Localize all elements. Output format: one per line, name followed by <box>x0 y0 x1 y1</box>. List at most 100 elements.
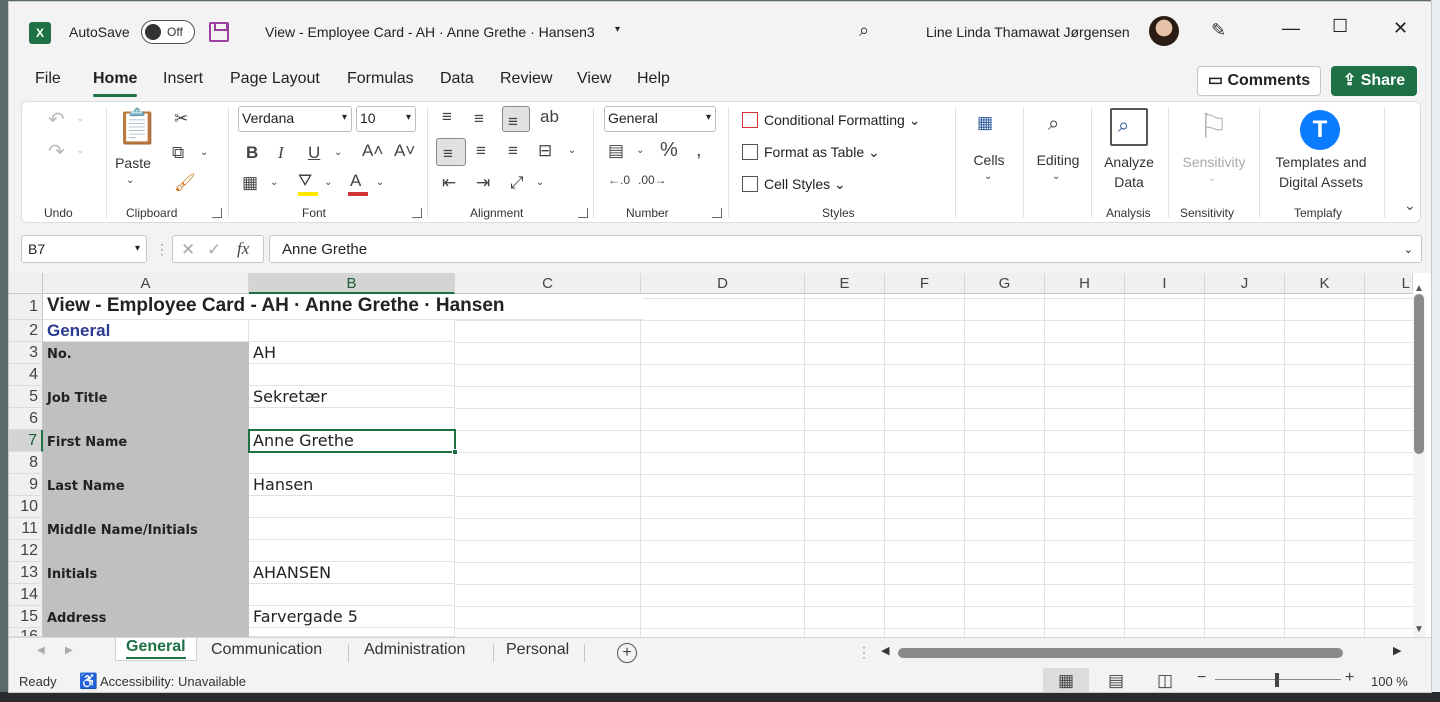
increase-indent-icon[interactable]: ⇥ <box>476 174 490 191</box>
page-layout-view-icon[interactable]: ▤ <box>1108 672 1124 689</box>
chevron-down-icon[interactable]: ⌄ <box>536 178 544 188</box>
normal-view-button[interactable]: ▦ <box>1043 668 1089 692</box>
accessibility-status[interactable]: Accessibility: Unavailable <box>100 674 246 689</box>
accessibility-icon[interactable]: ♿ <box>79 672 98 690</box>
row-header[interactable]: 9 <box>9 474 43 496</box>
wrap-orientation-icon[interactable]: ab <box>540 108 559 125</box>
cell[interactable] <box>249 320 455 342</box>
column-header-b[interactable]: B <box>249 273 455 294</box>
row-header[interactable]: 7 <box>9 430 43 452</box>
column-header-e[interactable]: E <box>805 273 885 294</box>
row-header[interactable]: 5 <box>9 386 43 408</box>
decrease-indent-icon[interactable]: ⇤ <box>442 174 456 191</box>
field-value[interactable] <box>249 518 455 540</box>
templates-label-1[interactable]: Templates and <box>1262 154 1380 170</box>
redo-icon[interactable]: ↷ <box>48 142 65 162</box>
bold-icon[interactable]: B <box>246 144 258 161</box>
column-header-d[interactable]: D <box>641 273 805 294</box>
font-size-select[interactable]: 10 ▾ <box>356 106 416 132</box>
align-left-button[interactable]: ≡ <box>436 138 466 166</box>
field-value[interactable]: Sekretær <box>249 386 455 408</box>
chevron-down-icon[interactable]: ⌄ <box>334 148 342 158</box>
dialog-launcher-icon[interactable] <box>578 208 588 218</box>
dialog-launcher-icon[interactable] <box>712 208 722 218</box>
horizontal-scroll-thumb[interactable] <box>898 648 1343 658</box>
row-header[interactable]: 14 <box>9 584 43 606</box>
accounting-format-icon[interactable]: ▤ <box>608 142 624 159</box>
more-options-icon[interactable]: ⋮ <box>155 242 169 256</box>
close-icon[interactable]: ✕ <box>1393 18 1408 39</box>
tab-view[interactable]: View <box>577 70 611 88</box>
more-options-icon[interactable]: ⋮ <box>857 645 871 659</box>
scroll-up-icon[interactable]: ▲ <box>1414 284 1424 294</box>
autosave-toggle[interactable]: Off <box>141 20 195 44</box>
analyze-data-label-2[interactable]: Data <box>1100 174 1158 190</box>
tab-help[interactable]: Help <box>637 70 670 88</box>
font-name-select[interactable]: Verdana ▾ <box>238 106 352 132</box>
sheet-tab-personal[interactable]: Personal <box>506 641 569 659</box>
row-header[interactable]: 1 <box>9 294 43 320</box>
column-header-c[interactable]: C <box>455 273 641 294</box>
select-all-corner[interactable] <box>9 273 43 294</box>
merge-center-icon[interactable]: ⊟ <box>538 142 552 159</box>
chevron-down-icon[interactable]: ⌄ <box>1208 174 1216 184</box>
increase-decimal-icon[interactable]: ←.0 <box>608 174 630 186</box>
row-header[interactable]: 3 <box>9 342 43 364</box>
avatar[interactable] <box>1149 16 1179 46</box>
row-header[interactable]: 6 <box>9 408 43 430</box>
borders-icon[interactable]: ▦ <box>242 174 258 191</box>
align-right-icon[interactable]: ≡ <box>508 142 518 159</box>
minimize-icon[interactable]: — <box>1282 18 1300 39</box>
field-label[interactable]: Middle Name/Initials <box>43 518 249 540</box>
tab-review[interactable]: Review <box>500 70 552 88</box>
tab-home[interactable]: Home <box>93 70 138 97</box>
editing-label[interactable]: Editing <box>1030 152 1086 168</box>
save-icon[interactable] <box>209 22 229 42</box>
cells-icon[interactable]: ▦ <box>977 114 993 131</box>
section-heading[interactable]: General <box>43 320 249 342</box>
zoom-level[interactable]: 100 % <box>1371 674 1408 689</box>
cell[interactable] <box>249 496 455 518</box>
pen-icon[interactable]: ✎ <box>1211 20 1226 41</box>
copy-icon[interactable]: ⧉ <box>172 144 184 161</box>
align-top-icon[interactable]: ≡ <box>442 108 452 125</box>
chevron-down-icon[interactable]: ⌄ <box>76 114 84 124</box>
fill-color-icon[interactable]: ⛛ <box>298 172 312 189</box>
insert-function-icon[interactable]: fx <box>237 240 249 257</box>
row-header[interactable]: 10 <box>9 496 43 518</box>
percent-icon[interactable]: % <box>660 140 678 160</box>
next-sheet-icon[interactable]: ▶ <box>65 646 73 656</box>
column-header-i[interactable]: I <box>1125 273 1205 294</box>
chevron-down-icon[interactable]: ⌄ <box>270 178 278 188</box>
italic-icon[interactable]: I <box>278 144 284 161</box>
field-label[interactable]: Initials <box>43 562 249 584</box>
font-color-icon[interactable]: A <box>350 172 361 189</box>
number-format-select[interactable]: General ▾ <box>604 106 716 132</box>
row-header[interactable]: 13 <box>9 562 43 584</box>
dialog-launcher-icon[interactable] <box>412 208 422 218</box>
chevron-down-icon[interactable]: ⌄ <box>200 148 208 158</box>
chevron-down-icon[interactable]: ▾ <box>615 24 620 35</box>
conditional-formatting-button[interactable]: Conditional Formatting ⌄ <box>742 112 920 129</box>
chevron-down-icon[interactable]: ⌄ <box>376 178 384 188</box>
field-value[interactable]: Hansen <box>249 474 455 496</box>
comma-style-icon[interactable]: , <box>696 140 702 160</box>
scroll-right-icon[interactable]: ▶ <box>1393 646 1401 657</box>
zoom-slider-knob[interactable] <box>1275 673 1279 687</box>
chevron-down-icon[interactable]: ⌄ <box>636 146 644 156</box>
zoom-out-icon[interactable]: − <box>1197 670 1206 686</box>
orientation-icon[interactable]: ⤢ <box>510 174 524 191</box>
align-bottom-button[interactable]: ≡ <box>502 106 530 132</box>
sheet-tab-administration[interactable]: Administration <box>364 641 465 659</box>
field-value[interactable]: AHANSEN <box>249 562 455 584</box>
chevron-down-icon[interactable]: ⌄ <box>126 176 134 186</box>
column-header-g[interactable]: G <box>965 273 1045 294</box>
sheet-tab-general[interactable]: General <box>115 638 197 661</box>
collapse-ribbon-icon[interactable]: ⌄ <box>1404 198 1416 212</box>
row-header[interactable]: 2 <box>9 320 43 342</box>
paste-label[interactable]: Paste <box>114 155 152 171</box>
column-header-h[interactable]: H <box>1045 273 1125 294</box>
tab-file[interactable]: File <box>35 70 61 88</box>
add-sheet-icon[interactable]: + <box>617 643 637 663</box>
row-header[interactable]: 11 <box>9 518 43 540</box>
